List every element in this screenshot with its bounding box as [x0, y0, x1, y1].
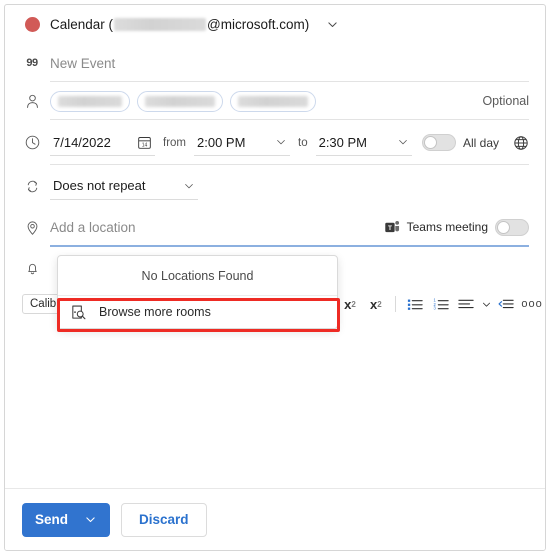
- repeat-value: Does not repeat: [53, 178, 146, 193]
- repeat-icon: [22, 176, 42, 196]
- repeat-field[interactable]: Does not repeat: [50, 173, 198, 200]
- location-input[interactable]: Add a location: [50, 220, 136, 235]
- no-locations-message: No Locations Found: [58, 256, 337, 296]
- repeat-row[interactable]: Does not repeat: [5, 165, 545, 207]
- event-title-row[interactable]: 99 New Event: [5, 44, 545, 82]
- start-time-field[interactable]: 2:00 PM: [194, 129, 290, 156]
- chevron-down-icon[interactable]: [84, 513, 97, 526]
- calendar-name-prefix: Calendar (: [50, 17, 114, 32]
- all-day-toggle[interactable]: [421, 134, 456, 151]
- browse-more-rooms-item[interactable]: Browse more rooms: [58, 296, 337, 328]
- svg-text:3: 3: [433, 306, 436, 311]
- quote-icon: 99: [26, 57, 38, 69]
- end-time-field[interactable]: 2:30 PM: [315, 129, 412, 156]
- indent-icon[interactable]: [493, 292, 519, 316]
- calendar-name-domain: @microsoft.com): [207, 17, 310, 32]
- clock-icon: [22, 133, 42, 153]
- teams-meeting-label: Teams meeting: [406, 220, 488, 234]
- svg-text:14: 14: [142, 142, 148, 148]
- send-button[interactable]: Send: [22, 502, 111, 537]
- subscript-icon[interactable]: x2: [363, 292, 389, 316]
- new-event-window: Calendar ( @microsoft.com) 99 New Event …: [4, 4, 546, 551]
- location-row[interactable]: Add a location T Teams meeting: [5, 207, 545, 247]
- attendee-pill[interactable]: [230, 90, 316, 112]
- chevron-down-icon[interactable]: [183, 180, 195, 192]
- chevron-down-icon[interactable]: [275, 136, 287, 148]
- from-label: from: [163, 136, 186, 149]
- attendee-pill[interactable]: [137, 90, 223, 112]
- person-icon: [22, 91, 42, 111]
- event-body-editor[interactable]: [5, 319, 545, 469]
- start-date-value: 7/14/2022: [53, 134, 111, 150]
- align-icon[interactable]: [454, 292, 480, 316]
- calendar-name: Calendar ( @microsoft.com): [50, 17, 309, 32]
- end-time-value: 2:30 PM: [318, 134, 368, 150]
- start-date-field[interactable]: 7/14/2022 14: [50, 129, 155, 156]
- chevron-down-icon[interactable]: [397, 136, 409, 148]
- calendar-color-dot: [22, 15, 42, 35]
- teams-meeting-toggle[interactable]: [495, 218, 529, 236]
- send-button-label: Send: [35, 512, 69, 527]
- browse-more-rooms-label: Browse more rooms: [99, 305, 211, 319]
- action-footer: Send Discard: [5, 488, 545, 550]
- attendee-pill[interactable]: [50, 90, 130, 112]
- redacted-email: [114, 18, 207, 31]
- more-options-icon[interactable]: ooo: [519, 292, 545, 316]
- discard-button[interactable]: Discard: [121, 502, 207, 537]
- calendar-picker-icon[interactable]: 14: [137, 135, 152, 150]
- datetime-row: 7/14/2022 14 from 2:00 PM to 2:30 PM All…: [5, 120, 545, 165]
- divider: [394, 296, 396, 312]
- start-time-value: 2:00 PM: [197, 134, 246, 150]
- superscript-icon[interactable]: x2: [337, 292, 363, 316]
- calendar-selector-row[interactable]: Calendar ( @microsoft.com): [5, 5, 545, 44]
- teams-icon: T: [384, 219, 401, 235]
- attendees-row[interactable]: Optional: [5, 82, 545, 120]
- svg-text:T: T: [388, 225, 392, 232]
- location-pin-icon: [22, 217, 42, 237]
- to-label: to: [298, 136, 308, 149]
- globe-icon[interactable]: [513, 135, 529, 151]
- room-search-icon: [70, 304, 87, 321]
- all-day-label: All day: [462, 135, 499, 150]
- numbered-list-icon[interactable]: 1 2 3: [428, 292, 454, 316]
- location-suggestions-dropdown: No Locations Found Browse more rooms: [57, 255, 338, 329]
- align-chevron-icon[interactable]: [479, 292, 493, 316]
- bell-icon: [22, 258, 42, 278]
- event-title-input[interactable]: New Event: [50, 56, 115, 71]
- bulleted-list-icon[interactable]: [402, 292, 428, 316]
- optional-attendees-link[interactable]: Optional: [482, 94, 529, 108]
- chevron-down-icon[interactable]: [326, 18, 339, 31]
